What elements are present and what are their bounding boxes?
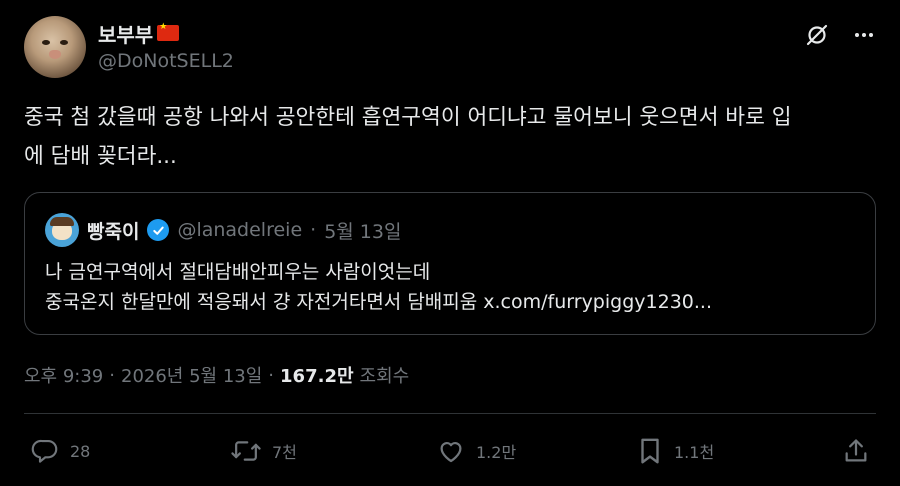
- quoted-tweet-header: 빵죽이 @lanadelreie · 5월 13일: [45, 213, 401, 247]
- tweet-text-line: 에 담배 꽂더라...: [24, 144, 177, 169]
- tweet-text-line: 중국 첨 갔을때 공항 나와서 공안한테 흡연구역이 어디냐고 물어보니 웃으면…: [24, 105, 792, 130]
- bookmark-icon: [636, 436, 664, 466]
- quoted-tweet-date: 5월 13일: [324, 220, 402, 243]
- bookmark-button[interactable]: 1.1천: [636, 436, 714, 466]
- quoted-tweet-line: 중국온지 한달만에 적응돼서 걍 자전거타면서 담배피움 x.com/furry…: [45, 291, 712, 313]
- china-flag-icon: [157, 22, 180, 41]
- separator-dot: ·: [109, 364, 115, 386]
- quoted-author-handle: @lanadelreie: [177, 219, 303, 241]
- reply-icon: [30, 436, 60, 466]
- grok-icon[interactable]: [804, 22, 830, 48]
- view-count-label: 조회수: [359, 366, 410, 387]
- quoted-tweet[interactable]: 빵죽이 @lanadelreie · 5월 13일 나 금연구역에서 절대담배안…: [24, 192, 876, 335]
- separator-dot: ·: [268, 364, 275, 386]
- tweet-text: 중국 첨 갔을때 공항 나와서 공안한테 흡연구역이 어디냐고 물어보니 웃으면…: [24, 98, 876, 176]
- more-icon[interactable]: [852, 23, 876, 47]
- author-display-name[interactable]: 보부부: [98, 19, 153, 48]
- avatar-nose: [49, 50, 61, 59]
- author-display-name-row[interactable]: 보부부: [98, 19, 234, 48]
- verified-badge-icon: [147, 219, 170, 241]
- author-avatar[interactable]: [24, 16, 86, 78]
- header-actions: [804, 22, 876, 48]
- bookmark-count: 1.1천: [674, 443, 715, 462]
- repost-count: 7천: [272, 443, 297, 462]
- quoted-tweet-text: 나 금연구역에서 절대담배안피우는 사람이엇는데 중국온지 한달만에 적응돼서 …: [45, 257, 712, 317]
- tweet-date[interactable]: 2026년 5월 13일: [121, 362, 262, 388]
- share-icon: [842, 436, 870, 466]
- share-button[interactable]: [842, 436, 870, 466]
- quoted-tweet-line: 나 금연구역에서 절대담배안피우는 사람이엇는데: [45, 261, 431, 283]
- divider: [24, 413, 876, 414]
- quoted-author-avatar: [45, 213, 79, 247]
- avatar-eye: [42, 40, 50, 45]
- reply-count: 28: [70, 441, 91, 461]
- quoted-author-name: 빵죽이: [87, 220, 140, 243]
- repost-button[interactable]: 7천: [230, 436, 297, 466]
- view-count: 167.2만: [280, 366, 354, 387]
- tweet-meta: 오후 9:39 · 2026년 5월 13일 · 167.2만 조회수: [24, 362, 409, 388]
- tweet-header: 보부부 @DoNotSELL2: [24, 16, 876, 80]
- repost-icon: [230, 436, 262, 466]
- separator-dot: ·: [310, 219, 317, 241]
- tweet-time[interactable]: 오후 9:39: [24, 362, 103, 388]
- action-bar: 28 7천 1.2만 1.1천: [30, 436, 870, 470]
- like-icon: [436, 436, 466, 466]
- author-handle[interactable]: @DoNotSELL2: [98, 50, 234, 72]
- avatar-eye: [60, 40, 68, 45]
- author-names: 보부부 @DoNotSELL2: [98, 20, 234, 72]
- like-count: 1.2만: [476, 443, 517, 462]
- like-button[interactable]: 1.2만: [436, 436, 516, 466]
- reply-button[interactable]: 28: [30, 436, 90, 466]
